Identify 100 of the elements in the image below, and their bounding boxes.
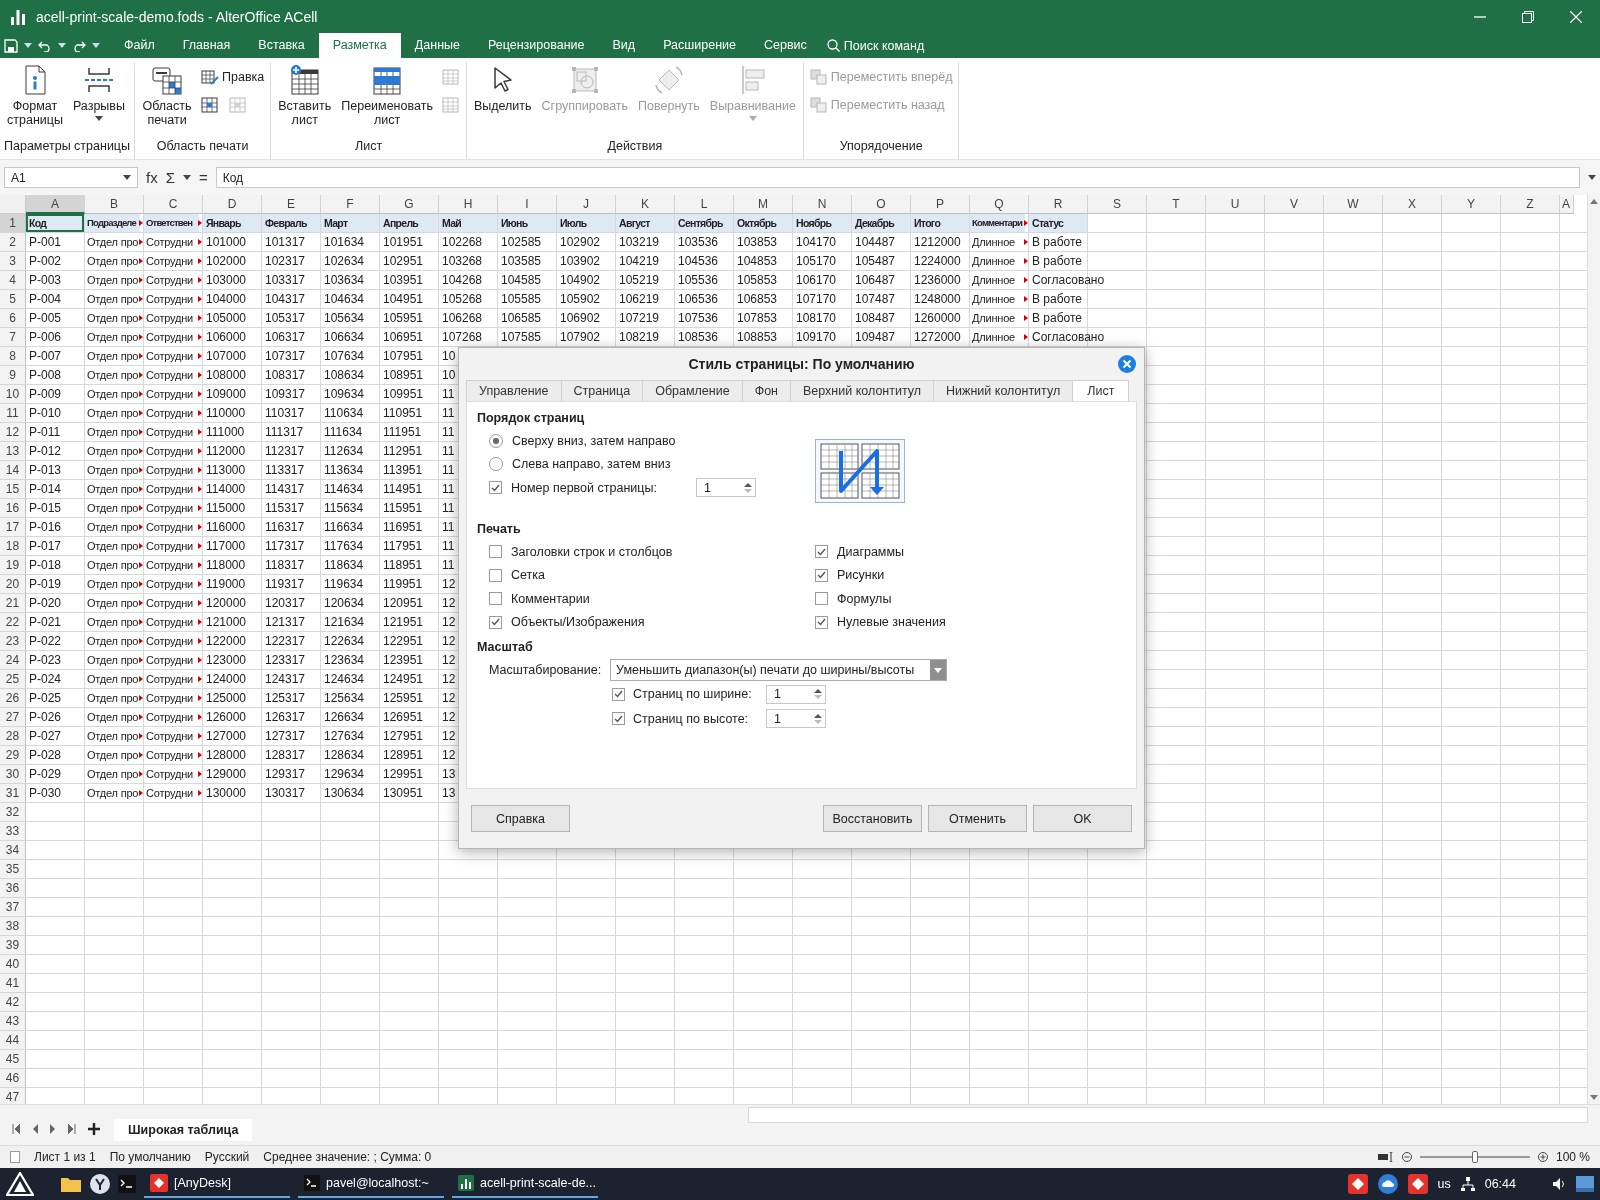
checkbox[interactable] (612, 712, 625, 726)
row-header[interactable]: 2 (0, 233, 26, 252)
column-header[interactable]: F (321, 195, 380, 214)
dialog-button[interactable]: Справка (471, 805, 570, 832)
menu-tab[interactable]: Вставка (244, 33, 319, 58)
dialog-tab[interactable]: Обрамление (642, 380, 743, 401)
dialog-button[interactable]: OK (1033, 805, 1132, 832)
row-header[interactable]: 37 (0, 898, 26, 917)
column-header[interactable]: M (734, 195, 793, 214)
column-header[interactable]: K (616, 195, 675, 214)
row-header[interactable]: 24 (0, 651, 26, 670)
dialog-tab[interactable]: Фон (741, 380, 791, 401)
row-header[interactable]: 19 (0, 556, 26, 575)
zoom-out-icon[interactable] (1401, 1152, 1412, 1162)
keyboard-layout[interactable]: us (1437, 1177, 1451, 1191)
column-header[interactable]: G (380, 195, 439, 214)
row-header[interactable]: 45 (0, 1050, 26, 1069)
folder-icon[interactable] (60, 1175, 82, 1193)
number-field[interactable]: 1 (695, 478, 756, 498)
row-header[interactable]: 16 (0, 499, 26, 518)
row-header[interactable]: 47 (0, 1088, 26, 1104)
terminal-icon[interactable] (118, 1175, 136, 1193)
formula-tool[interactable]: = (198, 169, 208, 186)
row-header[interactable]: 1 (0, 214, 26, 233)
checkbox[interactable] (612, 687, 625, 701)
view-layout-icon[interactable] (1377, 1152, 1394, 1162)
first-sheet-icon[interactable] (12, 1124, 20, 1134)
horizontal-scrollbar[interactable] (748, 1107, 1588, 1123)
ribbon-button[interactable]: Область печати (139, 62, 195, 129)
row-header[interactable]: 18 (0, 537, 26, 556)
row-header[interactable]: 12 (0, 423, 26, 442)
close-icon[interactable] (1118, 355, 1136, 373)
dialog-tab[interactable]: Верхний колонтитул (790, 380, 935, 401)
column-header[interactable]: B (85, 195, 144, 214)
dialog-button[interactable]: Восстановить (823, 805, 922, 832)
vertical-scrollbar[interactable] (1587, 195, 1600, 1104)
row-header[interactable]: 27 (0, 708, 26, 727)
row-header[interactable]: 41 (0, 974, 26, 993)
formula-field[interactable]: Код (215, 167, 1580, 188)
column-header[interactable]: W (1324, 195, 1383, 214)
menu-tab[interactable]: Расширение (649, 33, 751, 58)
row-header[interactable]: 33 (0, 822, 26, 841)
ribbon-button[interactable]: Разрывы (69, 62, 128, 123)
menu-tab[interactable]: Файл (110, 33, 169, 58)
column-header[interactable]: J (557, 195, 616, 214)
checkbox[interactable] (489, 481, 502, 495)
column-header[interactable]: H (439, 195, 498, 214)
taskbar-button[interactable]: acell-print-scale-de... (452, 1170, 598, 1198)
menu-tab[interactable]: Главная (168, 33, 245, 58)
column-header[interactable]: L (675, 195, 734, 214)
row-header[interactable]: 26 (0, 689, 26, 708)
dialog-tab[interactable]: Лист (1072, 380, 1130, 401)
row-header[interactable]: 39 (0, 936, 26, 955)
row-header[interactable]: 30 (0, 765, 26, 784)
row-header[interactable]: 46 (0, 1069, 26, 1088)
ribbon-button[interactable]: Выделить (470, 62, 535, 115)
row-header[interactable]: 22 (0, 613, 26, 632)
menu-tab[interactable]: Разметка (318, 33, 401, 58)
row-header[interactable]: 21 (0, 594, 26, 613)
checkbox[interactable] (815, 568, 828, 582)
column-header[interactable]: P (911, 195, 970, 214)
row-header[interactable]: 28 (0, 727, 26, 746)
remote-desktop-icon[interactable] (1347, 1174, 1368, 1194)
name-box[interactable]: A1 (4, 167, 138, 188)
row-header[interactable]: 6 (0, 309, 26, 328)
speaker-icon[interactable] (1552, 1177, 1566, 1191)
search-button[interactable]: Поиск команд (826, 33, 925, 58)
column-header[interactable]: Y (1442, 195, 1501, 214)
column-header[interactable]: Q (970, 195, 1029, 214)
row-header[interactable]: 17 (0, 518, 26, 537)
next-sheet-icon[interactable] (50, 1124, 56, 1134)
ribbon-button[interactable]: Правка (199, 66, 267, 88)
row-header[interactable]: 32 (0, 803, 26, 822)
radio-button[interactable] (489, 433, 503, 448)
column-header[interactable]: N (793, 195, 852, 214)
row-header[interactable]: 31 (0, 784, 26, 803)
column-header[interactable]: O (852, 195, 911, 214)
redo-icon[interactable] (72, 39, 86, 52)
restore-icon[interactable] (1522, 10, 1534, 23)
row-header[interactable]: 25 (0, 670, 26, 689)
zoom-in-icon[interactable] (1537, 1152, 1548, 1162)
row-header[interactable]: 43 (0, 1012, 26, 1031)
checkbox[interactable] (489, 615, 502, 629)
row-header[interactable]: 40 (0, 955, 26, 974)
remote-desktop-icon[interactable] (1407, 1174, 1428, 1194)
column-header[interactable]: A (26, 195, 85, 214)
row-header[interactable]: 34 (0, 841, 26, 860)
column-header[interactable]: S (1088, 195, 1147, 214)
checkbox[interactable] (489, 592, 502, 606)
save-icon[interactable] (4, 38, 18, 53)
network-icon[interactable] (1460, 1177, 1475, 1191)
checkbox[interactable] (815, 545, 828, 559)
column-header[interactable]: A (1560, 195, 1574, 214)
menu-tab[interactable]: Сервис (750, 33, 821, 58)
row-header[interactable]: 14 (0, 461, 26, 480)
menu-tab[interactable]: Вид (598, 33, 650, 58)
column-header[interactable]: D (203, 195, 262, 214)
dialog-tab[interactable]: Нижний колонтитул (933, 380, 1074, 401)
column-header[interactable]: X (1383, 195, 1442, 214)
row-header[interactable]: 36 (0, 879, 26, 898)
